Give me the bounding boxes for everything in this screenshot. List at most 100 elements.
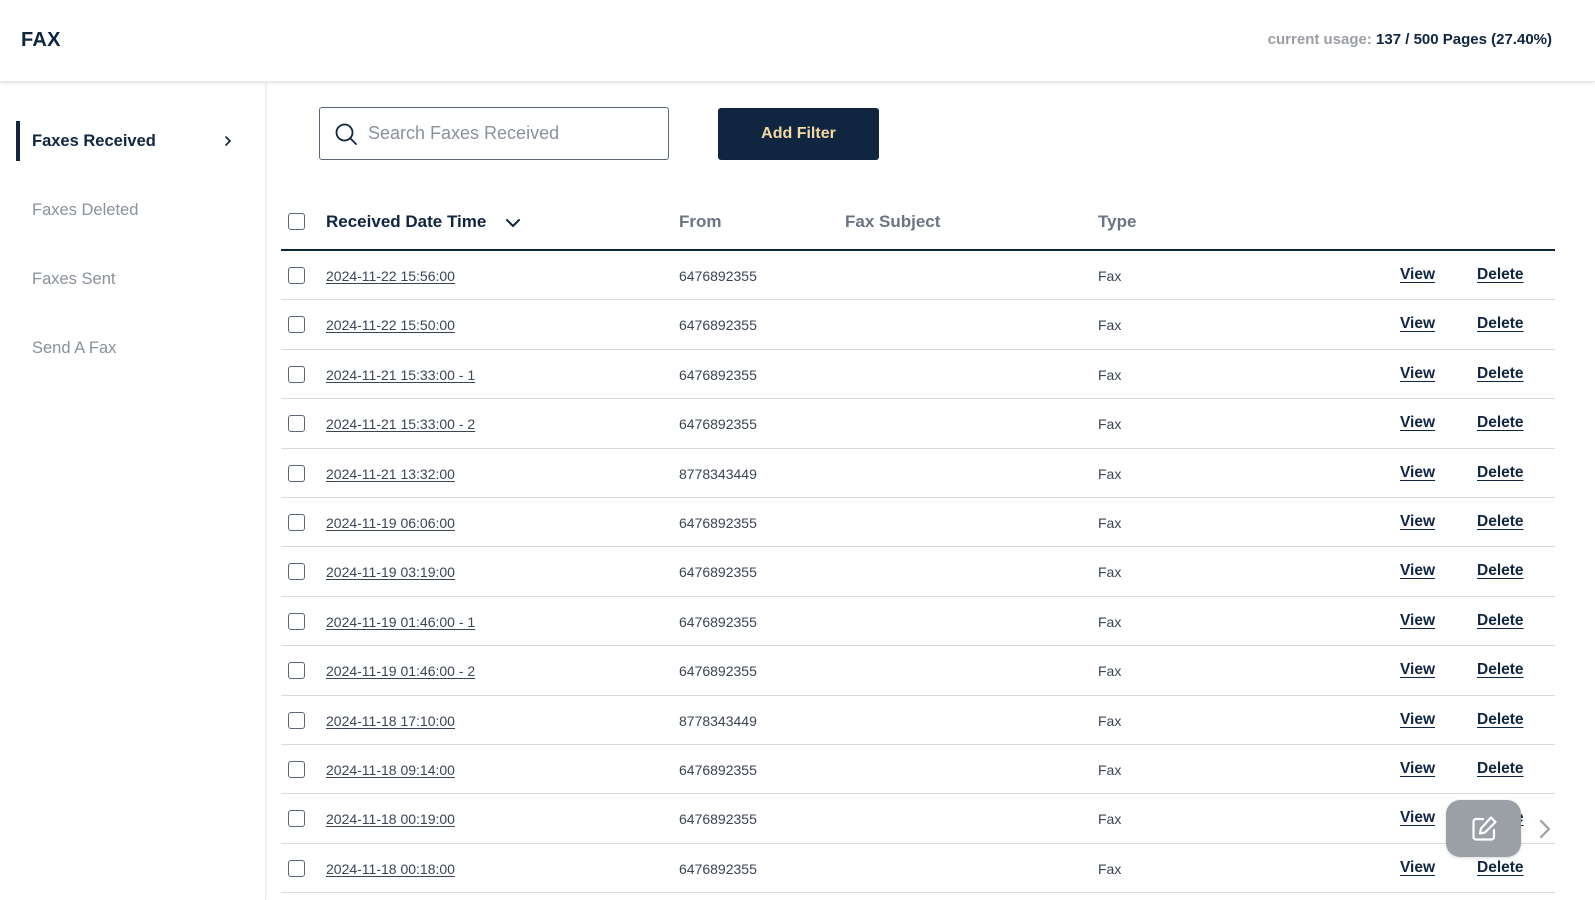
received-date-link[interactable]: 2024-11-19 01:46:00 - 2: [326, 663, 475, 679]
view-link[interactable]: View: [1400, 464, 1435, 482]
search-box[interactable]: [319, 107, 669, 160]
row-checkbox[interactable]: [288, 513, 305, 531]
sidebar-item-label: Faxes Received: [32, 131, 156, 150]
view-link[interactable]: View: [1400, 612, 1435, 630]
view-link[interactable]: View: [1400, 809, 1435, 827]
received-date-link[interactable]: 2024-11-18 00:18:00: [326, 861, 455, 877]
view-link[interactable]: View: [1400, 414, 1435, 432]
received-date-link[interactable]: 2024-11-19 03:19:00: [326, 564, 455, 580]
row-checkbox[interactable]: [288, 365, 305, 383]
sidebar-item-label: Faxes Sent: [32, 269, 116, 288]
table-row: 2024-11-18 00:19:00 6476892355 Fax View …: [281, 794, 1555, 844]
row-checkbox[interactable]: [288, 760, 305, 778]
sidebar-item-send-a-fax[interactable]: Send A Fax: [16, 328, 246, 368]
view-link[interactable]: View: [1400, 266, 1435, 284]
sidebar-item-faxes-received[interactable]: Faxes Received: [16, 121, 246, 161]
table-row: 2024-11-19 06:06:00 6476892355 Fax View …: [281, 498, 1555, 548]
received-date-link[interactable]: 2024-11-18 00:19:00: [326, 811, 455, 827]
row-checkbox[interactable]: [288, 563, 305, 581]
usage-indicator: current usage: 137 / 500 Pages (27.40%): [1268, 31, 1552, 48]
add-filter-button[interactable]: Add Filter: [718, 108, 879, 160]
delete-link[interactable]: Delete: [1477, 513, 1524, 531]
table-row: 2024-11-21 15:33:00 - 1 6476892355 Fax V…: [281, 350, 1555, 400]
view-link[interactable]: View: [1400, 562, 1435, 580]
delete-link[interactable]: Delete: [1477, 562, 1524, 580]
chevron-down-icon[interactable]: [505, 216, 521, 230]
row-checkbox[interactable]: [288, 662, 305, 680]
search-icon: [335, 123, 357, 145]
fax-type: Fax: [1098, 514, 1122, 531]
view-link[interactable]: View: [1400, 661, 1435, 679]
row-checkbox[interactable]: [288, 711, 305, 729]
received-date-link[interactable]: 2024-11-21 15:33:00 - 1: [326, 367, 475, 383]
from-number: 6476892355: [679, 761, 757, 778]
table-row: 2024-11-18 09:14:00 6476892355 Fax View …: [281, 745, 1555, 795]
row-checkbox[interactable]: [288, 415, 305, 433]
delete-link[interactable]: Delete: [1477, 859, 1524, 877]
from-number: 8778343449: [679, 712, 757, 729]
row-checkbox[interactable]: [288, 316, 305, 334]
received-date-link[interactable]: 2024-11-22 15:50:00: [326, 317, 455, 333]
received-date-link[interactable]: 2024-11-21 15:33:00 - 2: [326, 416, 475, 432]
app-title: FAX: [21, 29, 61, 51]
received-date-link[interactable]: 2024-11-19 01:46:00 - 1: [326, 614, 475, 630]
fax-type: Fax: [1098, 564, 1122, 581]
active-indicator: [16, 121, 20, 161]
delete-link[interactable]: Delete: [1477, 612, 1524, 630]
search-input[interactable]: [368, 113, 658, 154]
table-row: 2024-11-19 01:46:00 - 1 6476892355 Fax V…: [281, 597, 1555, 647]
view-link[interactable]: View: [1400, 760, 1435, 778]
column-header-date[interactable]: Received Date Time: [326, 212, 486, 232]
delete-link[interactable]: Delete: [1477, 760, 1524, 778]
chevron-right-icon: [225, 136, 231, 146]
fax-type: Fax: [1098, 613, 1122, 630]
row-checkbox[interactable]: [288, 612, 305, 630]
delete-link[interactable]: Delete: [1477, 266, 1524, 284]
fax-type: Fax: [1098, 416, 1122, 433]
row-checkbox[interactable]: [288, 810, 305, 828]
from-number: 6476892355: [679, 860, 757, 877]
row-checkbox[interactable]: [288, 464, 305, 482]
fax-type: Fax: [1098, 860, 1122, 877]
row-checkbox[interactable]: [288, 267, 305, 284]
sidebar-item-faxes-deleted[interactable]: Faxes Deleted: [16, 190, 246, 230]
delete-link[interactable]: Delete: [1477, 464, 1524, 482]
select-all-checkbox[interactable]: [288, 213, 305, 230]
view-link[interactable]: View: [1400, 365, 1435, 383]
delete-link[interactable]: Delete: [1477, 711, 1524, 729]
view-link[interactable]: View: [1400, 711, 1435, 729]
view-link[interactable]: View: [1400, 859, 1435, 877]
view-link[interactable]: View: [1400, 513, 1435, 531]
table-body: 2024-11-22 15:56:00 6476892355 Fax View …: [281, 251, 1555, 894]
from-number: 6476892355: [679, 514, 757, 531]
sidebar-item-label: Send A Fax: [32, 338, 117, 357]
column-header-subject: Fax Subject: [845, 212, 941, 231]
table-row: 2024-11-18 00:18:00 6476892355 Fax View …: [281, 844, 1555, 894]
delete-link[interactable]: Delete: [1477, 661, 1524, 679]
received-date-link[interactable]: 2024-11-21 13:32:00: [326, 466, 455, 482]
usage-label: current usage:: [1267, 31, 1372, 48]
received-date-link[interactable]: 2024-11-19 06:06:00: [326, 515, 455, 531]
table-row: 2024-11-19 03:19:00 6476892355 Fax View …: [281, 547, 1555, 597]
view-link[interactable]: View: [1400, 315, 1435, 333]
fax-type: Fax: [1098, 366, 1122, 383]
delete-link[interactable]: Delete: [1477, 315, 1524, 333]
delete-link[interactable]: Delete: [1477, 365, 1524, 383]
column-header-from: From: [679, 212, 722, 231]
chevron-right-icon[interactable]: [1538, 817, 1552, 841]
compose-fab-button[interactable]: [1446, 800, 1521, 857]
table-row: 2024-11-22 15:56:00 6476892355 Fax View …: [281, 251, 1555, 301]
top-bar: FAX current usage: 137 / 500 Pages (27.4…: [0, 0, 1595, 82]
edit-icon: [1471, 815, 1497, 841]
from-number: 6476892355: [679, 663, 757, 680]
received-date-link[interactable]: 2024-11-18 09:14:00: [326, 762, 455, 778]
fax-type: Fax: [1098, 268, 1122, 284]
received-date-link[interactable]: 2024-11-22 15:56:00: [326, 268, 455, 284]
column-header-type: Type: [1098, 212, 1137, 231]
sidebar-item-faxes-sent[interactable]: Faxes Sent: [16, 259, 246, 299]
received-date-link[interactable]: 2024-11-18 17:10:00: [326, 713, 455, 729]
sidebar: Faxes Received Faxes Deleted Faxes Sent …: [0, 83, 266, 900]
fax-type: Fax: [1098, 811, 1122, 828]
row-checkbox[interactable]: [288, 859, 305, 877]
delete-link[interactable]: Delete: [1477, 414, 1524, 432]
